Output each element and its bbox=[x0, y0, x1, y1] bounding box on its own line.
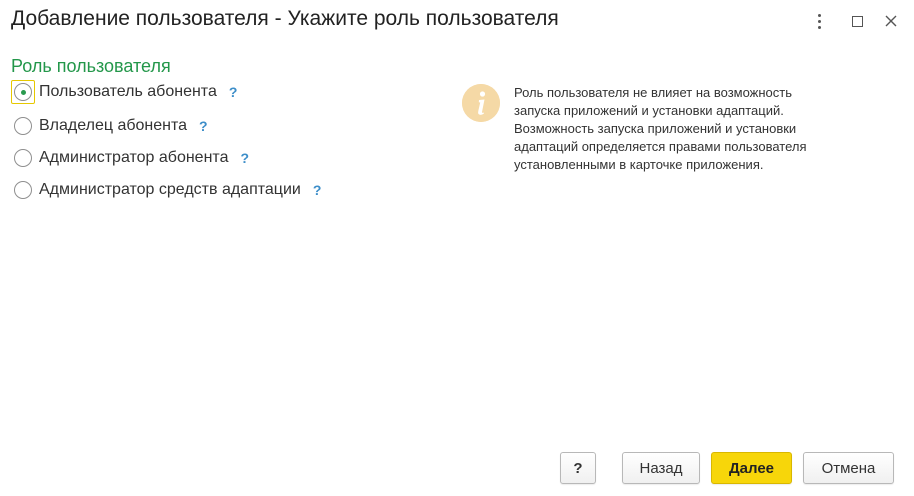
window-title: Добавление пользователя - Укажите роль п… bbox=[11, 7, 559, 30]
role-label[interactable]: Администратор абонента bbox=[39, 149, 228, 167]
radio-button[interactable] bbox=[14, 117, 32, 135]
close-icon[interactable] bbox=[880, 10, 902, 32]
info-line: Возможность запуска приложений и установ… bbox=[514, 121, 797, 136]
role-option-subscriber-admin[interactable]: Администратор абонента ? bbox=[11, 146, 249, 170]
info-line: установленными в карточке приложения. bbox=[514, 157, 764, 172]
radio-focus-frame bbox=[11, 80, 35, 104]
next-button[interactable]: Далее bbox=[711, 452, 792, 484]
info-line: адаптаций определяется правами пользоват… bbox=[514, 139, 807, 154]
help-icon[interactable]: ? bbox=[240, 150, 249, 166]
dialog-window: Добавление пользователя - Укажите роль п… bbox=[0, 0, 914, 496]
role-option-subscriber-user[interactable]: Пользователь абонента ? bbox=[11, 80, 237, 104]
radio-frame bbox=[11, 178, 35, 202]
role-option-subscriber-owner[interactable]: Владелец абонента ? bbox=[11, 114, 208, 138]
cancel-button[interactable]: Отмена bbox=[803, 452, 894, 484]
role-label[interactable]: Администратор средств адаптации bbox=[39, 181, 301, 199]
maximize-icon[interactable] bbox=[846, 10, 868, 32]
help-button[interactable]: ? bbox=[560, 452, 596, 484]
radio-button[interactable] bbox=[14, 83, 32, 101]
more-menu-icon[interactable] bbox=[808, 10, 830, 32]
help-icon[interactable]: ? bbox=[313, 182, 322, 198]
radio-frame bbox=[11, 114, 35, 138]
info-icon bbox=[462, 84, 500, 122]
section-title: Роль пользователя bbox=[11, 56, 171, 76]
role-label[interactable]: Владелец абонента bbox=[39, 117, 187, 135]
help-icon[interactable]: ? bbox=[199, 118, 208, 134]
radio-button[interactable] bbox=[14, 181, 32, 199]
role-option-adaptation-admin[interactable]: Администратор средств адаптации ? bbox=[11, 178, 321, 202]
help-icon[interactable]: ? bbox=[229, 84, 238, 100]
info-line: запуска приложений и установки адаптаций… bbox=[514, 103, 784, 118]
radio-button[interactable] bbox=[14, 149, 32, 167]
info-line: Роль пользователя не влияет на возможнос… bbox=[514, 85, 793, 100]
back-button[interactable]: Назад bbox=[622, 452, 700, 484]
info-text: Роль пользователя не влияет на возможнос… bbox=[514, 84, 874, 174]
role-label[interactable]: Пользователь абонента bbox=[39, 83, 217, 101]
radio-frame bbox=[11, 146, 35, 170]
